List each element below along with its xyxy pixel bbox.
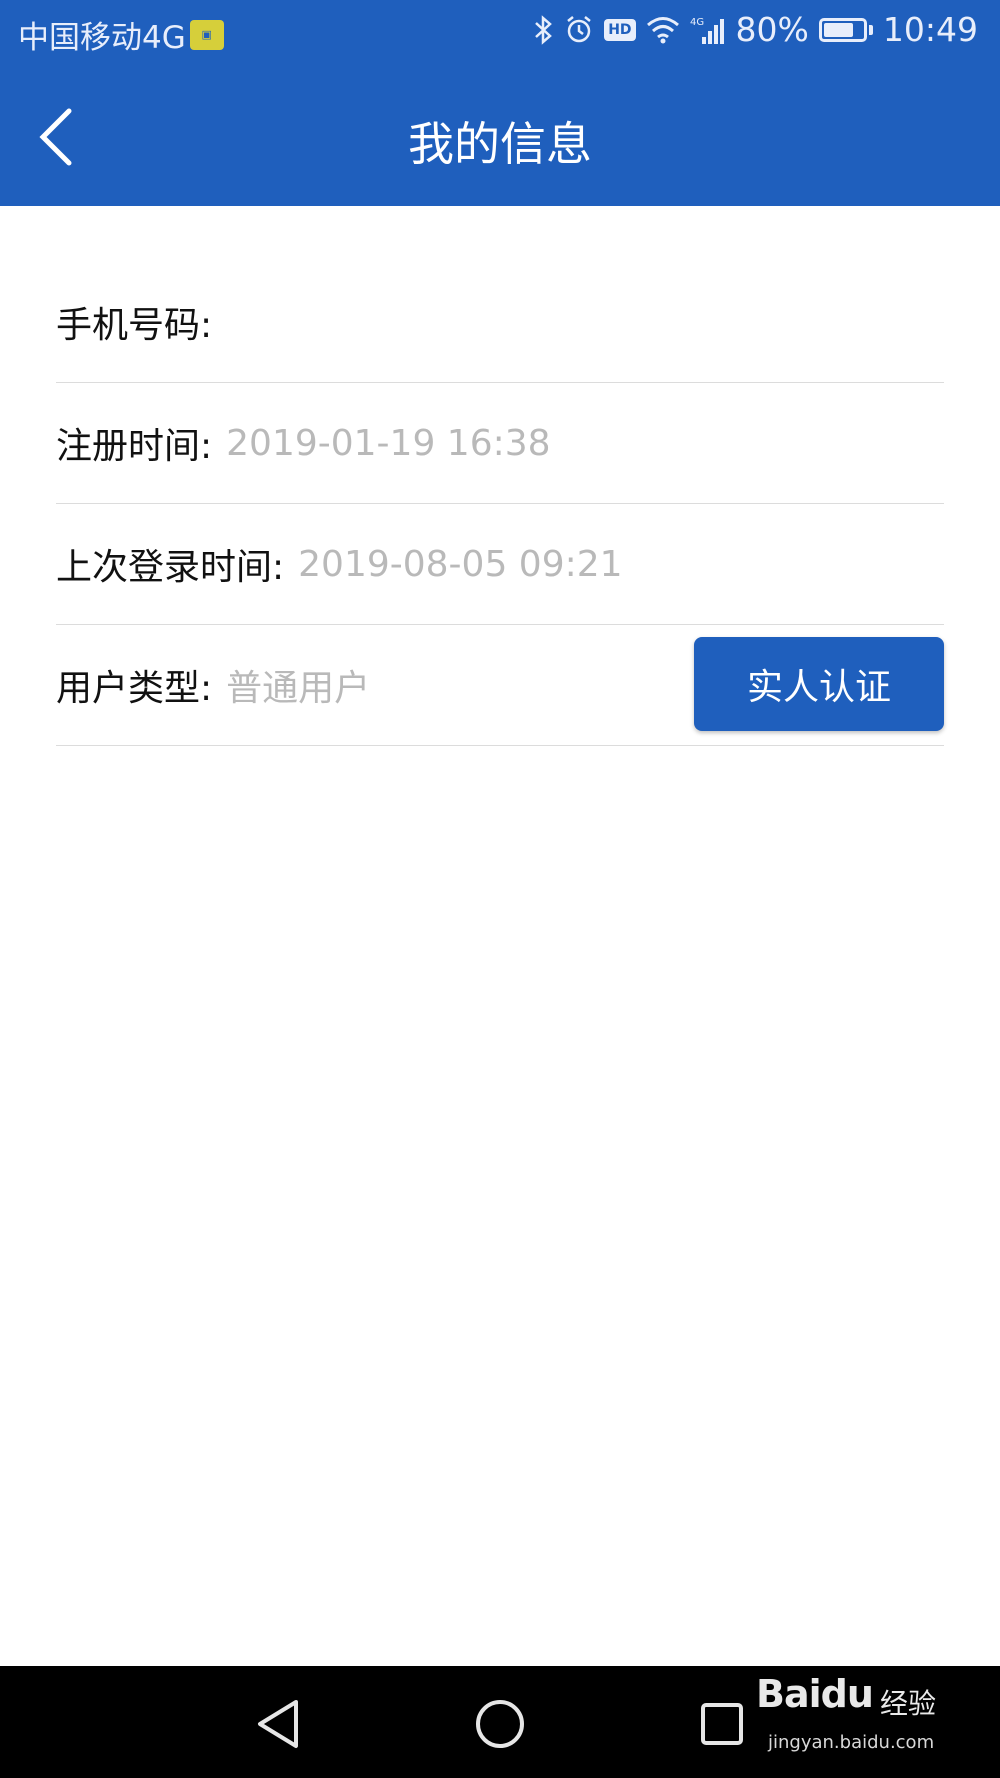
user-type-label: 用户类型:: [56, 668, 213, 709]
register-time-label: 注册时间:: [56, 426, 213, 467]
info-list: 手机号码: 注册时间: 2019-01-19 16:38 上次登录时间: 201…: [56, 262, 944, 746]
bluetooth-icon: [532, 14, 554, 46]
app-bar: 我的信息: [0, 68, 1000, 206]
carrier-badge-icon: ▣: [189, 19, 224, 50]
wifi-icon: [646, 16, 680, 44]
cellular-signal-icon: 4G: [690, 15, 726, 45]
last-login-row: 上次登录时间: 2019-08-05 09:21: [56, 504, 944, 625]
carrier-info: 中国移动4G ▣: [18, 12, 224, 57]
register-time-value: 2019-01-19 16:38: [226, 422, 551, 464]
hd-icon: HD: [604, 18, 636, 41]
register-time-row: 注册时间: 2019-01-19 16:38: [56, 383, 944, 504]
user-type-row: 用户类型: 普通用户 实人认证: [56, 625, 944, 746]
circle-home-icon: [476, 1700, 524, 1748]
watermark-name: 经验: [880, 1687, 937, 1720]
last-login-label: 上次登录时间:: [56, 547, 285, 588]
nav-home-button[interactable]: [470, 1694, 530, 1754]
triangle-back-icon: [258, 1700, 298, 1748]
status-bar: 中国移动4G ▣ HD 4G 80% 10:49: [0, 0, 1000, 68]
square-recents-icon: [701, 1703, 743, 1745]
battery-percent: 80%: [735, 10, 809, 49]
watermark-brand: Baidu: [756, 1672, 874, 1716]
nav-recents-button[interactable]: [692, 1694, 752, 1754]
phone-number-label: 手机号码:: [56, 305, 213, 346]
carrier-name: 中国移动4G: [18, 20, 186, 56]
nav-back-button[interactable]: [248, 1694, 308, 1754]
last-login-value: 2019-08-05 09:21: [298, 543, 623, 585]
clock-time: 10:49: [882, 10, 978, 49]
baidu-jingyan-watermark: Baidu 经验 jingyan.baidu.com: [756, 1672, 946, 1768]
real-name-verify-button[interactable]: 实人认证: [694, 637, 944, 731]
status-icons: HD 4G 80% 10:49: [532, 10, 978, 49]
user-type-value: 普通用户: [226, 668, 371, 709]
battery-icon: [818, 17, 873, 42]
phone-number-row: 手机号码:: [56, 262, 944, 383]
alarm-icon: [564, 15, 594, 45]
network-type-label: 4G: [690, 17, 704, 28]
watermark-url: jingyan.baidu.com: [768, 1732, 935, 1753]
page-title: 我的信息: [408, 117, 592, 171]
